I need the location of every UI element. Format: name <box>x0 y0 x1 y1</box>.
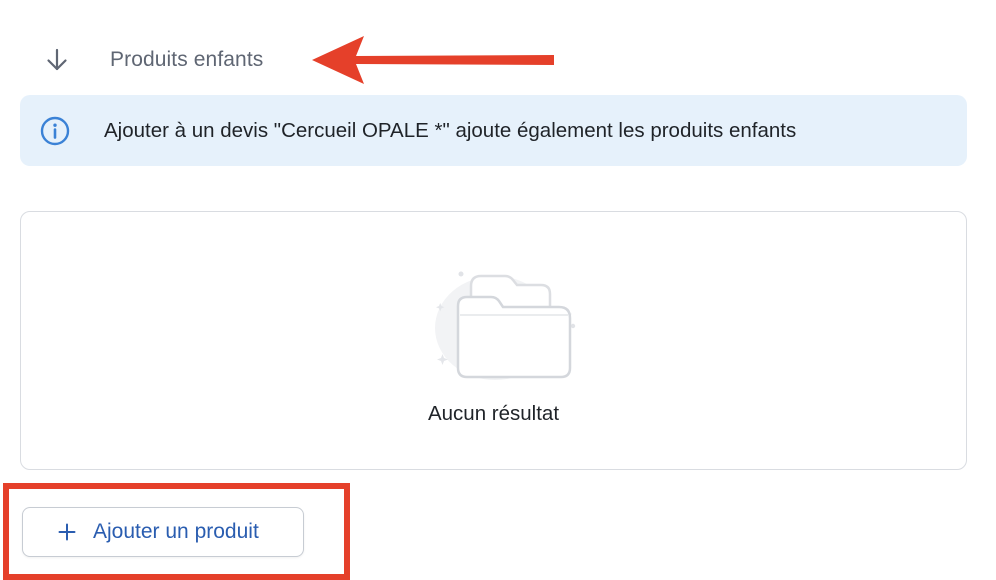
section-title: Produits enfants <box>110 48 264 71</box>
section-header: Produits enfants <box>40 40 263 80</box>
plus-icon <box>58 523 76 541</box>
info-banner: Ajouter à un devis "Cercueil OPALE *" aj… <box>20 95 967 166</box>
info-circle-icon <box>40 116 70 146</box>
empty-results-message: Aucun résultat <box>427 402 560 425</box>
arrow-down-icon[interactable] <box>40 43 74 77</box>
add-product-button[interactable]: Ajouter un produit <box>22 507 304 557</box>
empty-folder-icon <box>413 268 583 388</box>
annotation-arrow-icon <box>310 34 560 95</box>
add-product-label: Ajouter un produit <box>93 520 259 543</box>
info-banner-message: Ajouter à un devis "Cercueil OPALE *" aj… <box>104 119 797 142</box>
results-card: Aucun résultat <box>20 211 967 470</box>
